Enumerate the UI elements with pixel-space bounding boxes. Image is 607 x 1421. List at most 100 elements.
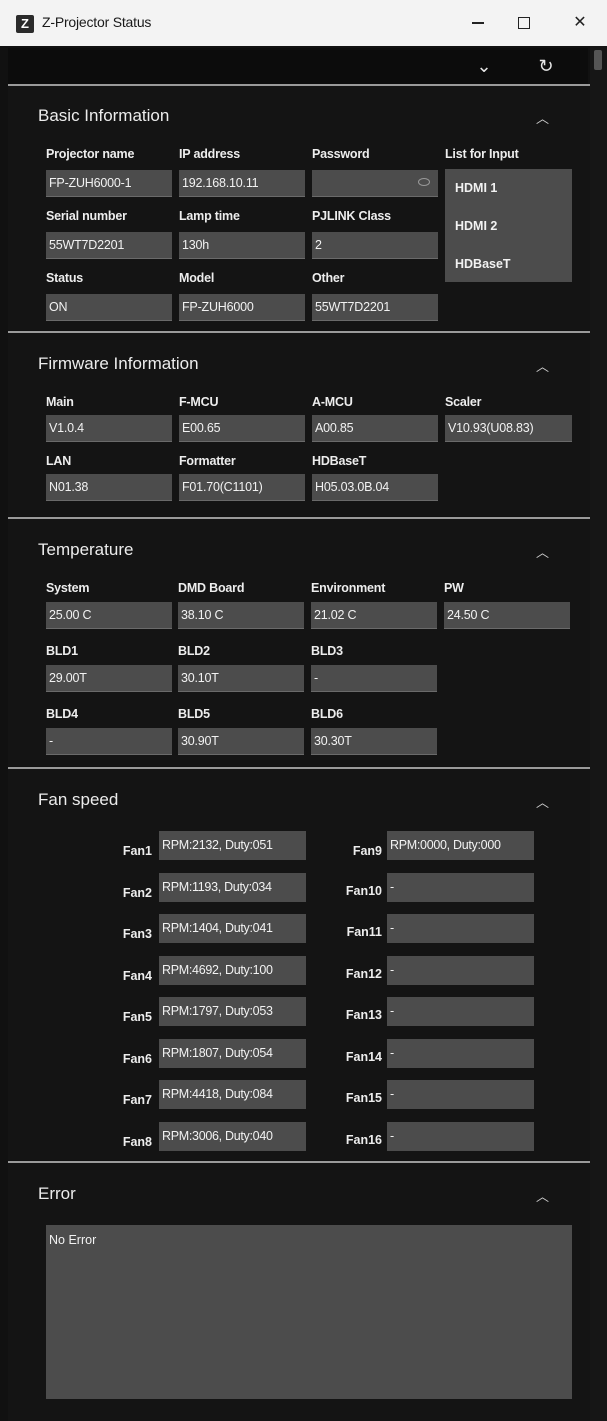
main-label: Main: [46, 395, 74, 409]
lan-label: LAN: [46, 454, 72, 468]
dmd-board-field: 38.10 C: [178, 602, 304, 629]
fan15-label: Fan15: [345, 1091, 382, 1105]
bld4-field: -: [46, 728, 172, 755]
minimize-button[interactable]: [458, 8, 498, 38]
fan4-field: RPM:4692, Duty:100: [159, 956, 306, 985]
lan-field: N01.38: [46, 474, 172, 501]
projector-name-field: FP-ZUH6000-1: [46, 170, 172, 197]
ip-address-field: 192.168.10.11: [179, 170, 305, 197]
f-mcu-field: E00.65: [179, 415, 305, 442]
password-label: Password: [312, 147, 370, 161]
basic-information-section: Basic Information ︿ Projector name FP-ZU…: [8, 86, 590, 330]
bld5-field: 30.90T: [178, 728, 304, 755]
eye-icon[interactable]: [418, 178, 430, 186]
fan6-label: Fan6: [122, 1052, 152, 1066]
fan-speed-section: Fan speed ︿ Fan1 RPM:2132, Duty:051 Fan2…: [8, 769, 590, 1160]
hdbaset-label: HDBaseT: [312, 454, 367, 468]
pjlink-class-field: 2: [312, 232, 438, 259]
section-title: Firmware Information: [38, 354, 199, 373]
bld1-field: 29.00T: [46, 665, 172, 692]
main-field: V1.0.4: [46, 415, 172, 442]
lamp-time-label: Lamp time: [179, 209, 240, 223]
fan5-field: RPM:1797, Duty:053: [159, 997, 306, 1026]
scrollbar[interactable]: [590, 46, 607, 1421]
formatter-label: Formatter: [179, 454, 236, 468]
serial-number-field: 55WT7D2201: [46, 232, 172, 259]
f-mcu-label: F-MCU: [179, 395, 219, 409]
collapse-caret-icon[interactable]: ︿: [536, 542, 549, 561]
pw-label: PW: [444, 581, 464, 595]
close-button[interactable]: ✕: [560, 8, 600, 38]
window-title: Z-Projector Status: [42, 14, 152, 30]
bld6-field: 30.30T: [311, 728, 437, 755]
refresh-icon[interactable]: ↻: [532, 52, 560, 80]
fan2-label: Fan2: [122, 886, 152, 900]
list-item[interactable]: HDMI 1: [455, 181, 497, 195]
list-item[interactable]: HDMI 2: [455, 219, 497, 233]
scaler-field: V10.93(U08.83): [445, 415, 572, 442]
scaler-label: Scaler: [445, 395, 482, 409]
status-field: ON: [46, 294, 172, 321]
model-field: FP-ZUH6000: [179, 294, 305, 321]
fan3-label: Fan3: [122, 927, 152, 941]
fan5-label: Fan5: [122, 1010, 152, 1024]
fan6-field: RPM:1807, Duty:054: [159, 1039, 306, 1068]
hdbaset-field: H05.03.0B.04: [312, 474, 438, 501]
fan12-label: Fan12: [345, 967, 382, 981]
collapse-all-chevron-icon[interactable]: ⌄: [470, 52, 498, 80]
fan14-field: -: [387, 1039, 534, 1068]
fan13-label: Fan13: [345, 1008, 382, 1022]
fan12-field: -: [387, 956, 534, 985]
fan3-field: RPM:1404, Duty:041: [159, 914, 306, 943]
section-title: Fan speed: [38, 790, 119, 809]
fan8-field: RPM:3006, Duty:040: [159, 1122, 306, 1151]
bld3-label: BLD3: [311, 644, 343, 658]
system-temp-field: 25.00 C: [46, 602, 172, 629]
password-field[interactable]: [312, 170, 438, 197]
fan7-field: RPM:4418, Duty:084: [159, 1080, 306, 1109]
fan15-field: -: [387, 1080, 534, 1109]
collapse-caret-icon[interactable]: ︿: [536, 792, 549, 811]
collapse-caret-icon[interactable]: ︿: [536, 1186, 549, 1205]
bld4-label: BLD4: [46, 707, 78, 721]
bld2-field: 30.10T: [178, 665, 304, 692]
maximize-icon: [518, 16, 530, 29]
fan1-field: RPM:2132, Duty:051: [159, 831, 306, 860]
fan16-field: -: [387, 1122, 534, 1151]
title-bar: Z Z-Projector Status ✕: [0, 0, 607, 46]
fan2-field: RPM:1193, Duty:034: [159, 873, 306, 902]
scroll-thumb[interactable]: [594, 50, 602, 70]
input-list[interactable]: HDMI 1 HDMI 2 HDBaseT: [445, 169, 572, 282]
list-for-input-label: List for Input: [445, 147, 519, 161]
temperature-section: Temperature ︿ System 25.00 C DMD Board 3…: [8, 519, 590, 766]
maximize-button[interactable]: [504, 8, 544, 38]
fan8-label: Fan8: [122, 1135, 152, 1149]
projector-name-label: Projector name: [46, 147, 135, 161]
collapse-caret-icon[interactable]: ︿: [536, 356, 549, 375]
lamp-time-field: 130h: [179, 232, 305, 259]
bld6-label: BLD6: [311, 707, 343, 721]
error-message-box: No Error: [46, 1225, 572, 1399]
fan13-field: -: [387, 997, 534, 1026]
ip-address-label: IP address: [179, 147, 241, 161]
fan4-label: Fan4: [122, 969, 152, 983]
pjlink-class-label: PJLINK Class: [312, 209, 391, 223]
environment-field: 21.02 C: [311, 602, 437, 629]
fan9-label: Fan9: [352, 844, 382, 858]
list-item[interactable]: HDBaseT: [455, 257, 511, 271]
fan10-label: Fan10: [345, 884, 382, 898]
collapse-caret-icon[interactable]: ︿: [536, 108, 549, 127]
fan16-label: Fan16: [345, 1133, 382, 1147]
pw-field: 24.50 C: [444, 602, 570, 629]
section-title: Error: [38, 1184, 76, 1203]
bld5-label: BLD5: [178, 707, 210, 721]
minimize-icon: [472, 22, 484, 24]
fan11-label: Fan11: [346, 925, 382, 939]
fan1-label: Fan1: [122, 844, 152, 858]
bld2-label: BLD2: [178, 644, 210, 658]
toolbar: ⌄ ↻: [8, 48, 588, 84]
fan14-label: Fan14: [345, 1050, 382, 1064]
formatter-field: F01.70(C1101): [179, 474, 305, 501]
dmd-board-label: DMD Board: [178, 581, 245, 595]
app-logo-icon: Z: [16, 15, 34, 33]
